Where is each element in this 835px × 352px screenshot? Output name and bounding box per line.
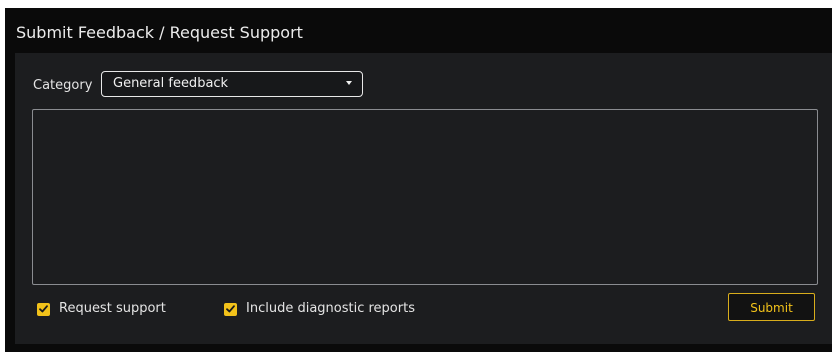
checkmark-icon[interactable] — [224, 302, 237, 316]
include-diagnostics-label: Include diagnostic reports — [246, 301, 415, 316]
request-support-label: Request support — [59, 301, 166, 316]
caret-down-icon — [346, 81, 352, 85]
include-diagnostics-checkbox[interactable]: Include diagnostic reports — [224, 300, 415, 318]
message-textarea[interactable] — [32, 109, 818, 285]
form-panel: Category General feedback Request suppor… — [15, 53, 832, 344]
feedback-dialog: Submit Feedback / Request Support Catego… — [5, 8, 832, 352]
category-selected-value: General feedback — [113, 76, 229, 91]
request-support-checkbox[interactable]: Request support — [37, 300, 166, 318]
category-dropdown[interactable]: General feedback — [101, 71, 363, 97]
category-label: Category — [33, 78, 93, 93]
checkmark-icon[interactable] — [37, 302, 50, 316]
submit-button[interactable]: Submit — [728, 293, 815, 321]
dialog-title: Submit Feedback / Request Support — [16, 23, 303, 42]
